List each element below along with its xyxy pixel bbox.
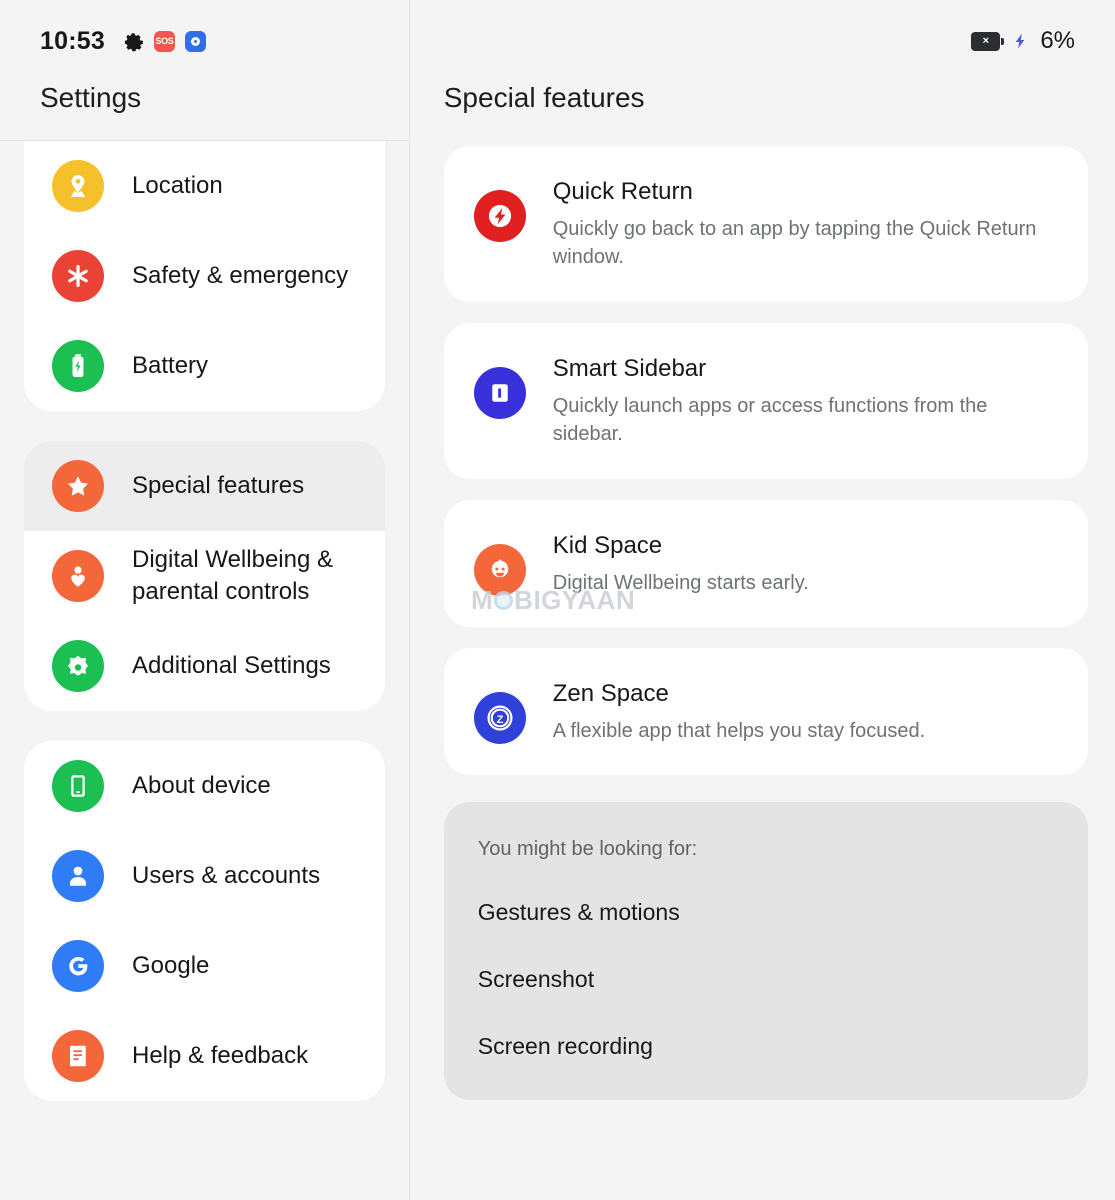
sidebar-item-label: Safety & emergency xyxy=(132,261,349,289)
looking-for-item-screenshot[interactable]: Screenshot xyxy=(478,966,1054,993)
charging-bolt-icon xyxy=(1015,33,1025,49)
feature-card-text: Smart Sidebar Quickly launch apps or acc… xyxy=(553,353,1054,449)
camera-lens-shape xyxy=(190,36,200,46)
sidebar-item-label: Battery xyxy=(132,351,209,379)
feature-card-kid-space[interactable]: Kid Space Digital Wellbeing starts early… xyxy=(443,499,1088,627)
battery-x-glyph: × xyxy=(982,34,990,47)
settings-group-2: Special features Digital Wellbeing & par… xyxy=(24,441,385,711)
sidebar-item-battery[interactable]: Battery xyxy=(24,321,385,411)
settings-screen: 10:53 SOS Settings Location Safety & eme… xyxy=(0,0,1115,1200)
settings-group-1: Location Safety & emergency Battery xyxy=(24,141,385,411)
feature-card-description: Digital Wellbeing starts early. xyxy=(552,571,809,594)
sidebar-item-location[interactable]: Location xyxy=(24,141,385,231)
looking-for-item-gestures-motions[interactable]: Gestures & motions xyxy=(478,899,1054,926)
status-bar-left: 10:53 SOS xyxy=(0,0,409,82)
feature-cards-list: Quick Return Quickly go back to an app b… xyxy=(410,146,1115,1200)
sidebar-item-label: Location xyxy=(132,171,223,199)
special-features-pane: × 6% Special features Quick Return Quick… xyxy=(409,0,1115,1200)
location-pin-icon xyxy=(52,160,104,212)
battery-percent-label: 6% xyxy=(1040,27,1075,54)
sidebar-item-digital-wellbeing[interactable]: Digital Wellbeing & parental controls xyxy=(24,531,385,621)
feature-card-text: Zen Space A flexible app that helps you … xyxy=(553,678,1054,745)
star-icon xyxy=(52,460,104,512)
smart-sidebar-icon xyxy=(473,366,526,419)
emergency-asterisk-icon xyxy=(52,250,104,302)
sos-badge-icon: SOS xyxy=(153,30,175,52)
settings-list-scroll[interactable]: Location Safety & emergency Battery Spec… xyxy=(0,141,409,1200)
svg-text:Z: Z xyxy=(496,714,503,726)
settings-sidebar-pane: 10:53 SOS Settings Location Safety & eme… xyxy=(0,0,410,1200)
battery-bolt-icon xyxy=(52,340,104,392)
sidebar-item-google[interactable]: Google xyxy=(24,921,385,1011)
feature-card-title: Kid Space xyxy=(552,531,663,559)
sidebar-item-users-accounts[interactable]: Users & accounts xyxy=(24,831,385,921)
sidebar-item-additional-settings[interactable]: Additional Settings xyxy=(24,621,385,711)
feature-card-description: Quickly go back to an app by tapping the… xyxy=(552,218,1037,269)
quick-return-bolt-icon xyxy=(473,190,526,242)
feature-card-text: Quick Return Quickly go back to an app b… xyxy=(553,176,1054,272)
sidebar-item-safety-emergency[interactable]: Safety & emergency xyxy=(24,231,385,321)
feature-card-description: A flexible app that helps you stay focus… xyxy=(552,719,926,742)
settings-gear-icon xyxy=(52,640,104,692)
status-bar-right: × 6% xyxy=(410,0,1115,82)
sidebar-item-special-features[interactable]: Special features xyxy=(24,441,385,531)
page-title: Settings xyxy=(40,82,142,113)
feature-card-description: Quickly launch apps or access functions … xyxy=(552,394,988,446)
settings-group-3: About device Users & accounts Google Hel… xyxy=(24,741,385,1101)
looking-for-heading: You might be looking for: xyxy=(477,838,698,861)
sidebar-item-label: Special features xyxy=(132,471,305,499)
main-page-title: Special features xyxy=(443,82,645,113)
gear-icon xyxy=(124,32,143,51)
feature-card-smart-sidebar[interactable]: Smart Sidebar Quickly launch apps or acc… xyxy=(443,322,1088,479)
you-might-be-looking-for-card: You might be looking for: Gestures & mot… xyxy=(443,802,1088,1101)
wellbeing-person-heart-icon xyxy=(52,550,104,602)
sidebar-item-label: Users & accounts xyxy=(132,861,321,889)
sidebar-item-label: Help & feedback xyxy=(132,1041,309,1069)
status-bar-icon-group: SOS xyxy=(123,30,206,52)
sos-badge-label: SOS xyxy=(155,35,174,46)
camera-badge-icon xyxy=(184,30,206,52)
status-bar-clock: 10:53 xyxy=(40,26,105,55)
sidebar-item-label: Digital Wellbeing & parental controls xyxy=(132,545,333,605)
sidebar-item-label: Additional Settings xyxy=(132,651,331,679)
sidebar-item-help-feedback[interactable]: Help & feedback xyxy=(24,1011,385,1101)
feature-card-quick-return[interactable]: Quick Return Quickly go back to an app b… xyxy=(443,146,1088,302)
kid-face-icon xyxy=(473,543,526,596)
help-book-icon xyxy=(52,1030,104,1082)
feature-card-text: Kid Space Digital Wellbeing starts early… xyxy=(553,530,1054,597)
sidebar-item-label: About device xyxy=(132,771,271,799)
feature-card-title: Zen Space xyxy=(552,679,669,707)
person-icon xyxy=(52,850,104,902)
feature-card-zen-space[interactable]: Z Zen Space A flexible app that helps yo… xyxy=(443,647,1088,776)
google-g-icon xyxy=(52,940,104,992)
zen-space-icon: Z xyxy=(473,691,526,744)
feature-card-title: Smart Sidebar xyxy=(552,354,707,382)
sidebar-item-about-device[interactable]: About device xyxy=(24,741,385,831)
sidebar-item-label: Google xyxy=(132,951,210,979)
battery-x-icon: × xyxy=(971,31,1005,51)
phone-icon xyxy=(52,760,104,812)
feature-card-title: Quick Return xyxy=(552,178,693,205)
looking-for-item-screen-recording[interactable]: Screen recording xyxy=(478,1033,1054,1060)
